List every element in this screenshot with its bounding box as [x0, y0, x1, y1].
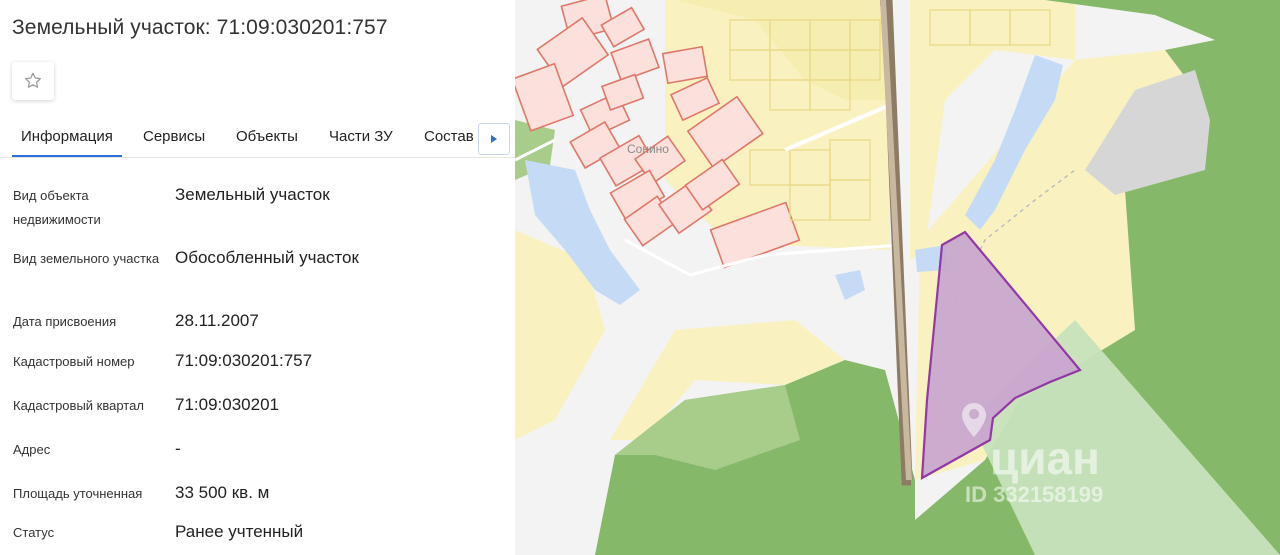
value-area: 33 500 кв. м	[175, 483, 270, 502]
info-panel: Земельный участок: 71:09:030201:757 Инфо…	[0, 0, 515, 555]
tab-bar: Информация Сервисы Объекты Части ЗУ Сост…	[0, 117, 515, 158]
watermark-brand: циан	[990, 432, 1100, 484]
triangle-right-icon	[491, 135, 497, 143]
label-cadastral-block: Кадастровый квартал	[13, 398, 144, 413]
label-address: Адрес	[13, 442, 51, 457]
tab-composition[interactable]: Состав	[424, 128, 474, 145]
value-parcel-type: Обособленный участок	[175, 248, 359, 267]
label-cadastral-number: Кадастровый номер	[13, 354, 135, 369]
value-cadastral-block: 71:09:030201	[175, 395, 279, 414]
label-status: Статус	[13, 525, 55, 540]
favorite-button[interactable]	[12, 62, 54, 100]
map-canvas[interactable]: Сонино циан ID 332158199	[515, 0, 1280, 555]
tab-information[interactable]: Информация	[12, 128, 122, 157]
label-object-type: Вид объекта недвижимости	[13, 188, 101, 227]
tabs-scroll-right-button[interactable]	[478, 123, 510, 155]
value-cadastral-number: 71:09:030201:757	[175, 351, 313, 370]
village-label: Сонино	[627, 142, 669, 156]
watermark-id: ID 332158199	[965, 482, 1103, 507]
star-outline-icon	[25, 72, 41, 88]
page-title: Земельный участок: 71:09:030201:757	[12, 16, 388, 39]
label-assignment-date: Дата присвоения	[13, 314, 117, 329]
label-parcel-type: Вид земельного участка	[13, 251, 160, 266]
value-address: -	[175, 439, 181, 458]
value-object-type: Земельный участок	[175, 185, 330, 204]
tab-services[interactable]: Сервисы	[143, 128, 205, 145]
cadastral-map[interactable]: Сонино циан ID 332158199	[515, 0, 1280, 555]
value-status: Ранее учтенный	[175, 522, 304, 541]
value-assignment-date: 28.11.2007	[175, 311, 259, 330]
tab-objects[interactable]: Объекты	[236, 128, 298, 145]
tab-parcel-parts[interactable]: Части ЗУ	[329, 128, 393, 145]
label-area: Площадь уточненная	[13, 486, 143, 501]
